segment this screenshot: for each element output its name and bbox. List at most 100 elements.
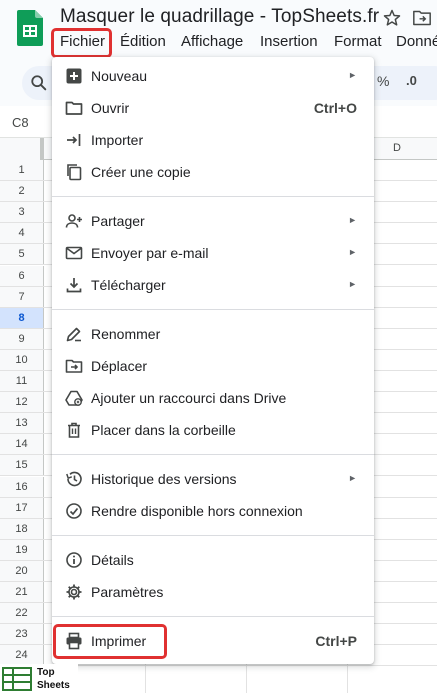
menu-separator xyxy=(52,454,374,455)
trash-icon xyxy=(68,422,80,438)
menu-insertion[interactable]: Insertion xyxy=(260,33,318,50)
copy-icon xyxy=(67,164,82,181)
menu-item-partager[interactable]: Partager ► xyxy=(52,206,374,236)
menu-affichage[interactable]: Affichage xyxy=(181,33,243,50)
row-header[interactable]: 15 xyxy=(0,455,44,476)
rename-icon xyxy=(66,327,81,342)
menu-item-placer-dans-corbeille[interactable]: Placer dans la corbeille xyxy=(52,415,374,445)
menu-item-label: Télécharger xyxy=(91,277,166,293)
menu-item-parametres[interactable]: Paramètres xyxy=(52,577,374,607)
submenu-arrow-icon: ► xyxy=(348,70,357,80)
row-header[interactable]: 4 xyxy=(0,223,44,244)
menu-item-label: Créer une copie xyxy=(91,164,191,180)
menu-item-label: Historique des versions xyxy=(91,471,237,487)
menu-item-deplacer[interactable]: Déplacer xyxy=(52,351,374,381)
row-header[interactable]: 23 xyxy=(0,624,44,645)
column-header-d[interactable]: D xyxy=(393,142,401,154)
menu-separator xyxy=(52,535,374,536)
row-header[interactable]: 20 xyxy=(0,560,44,581)
row-header[interactable]: 8 xyxy=(0,307,44,328)
info-icon xyxy=(66,552,82,568)
shortcut-label: Ctrl+O xyxy=(313,100,357,116)
person-add-icon xyxy=(65,214,82,228)
star-icon[interactable] xyxy=(382,8,402,28)
menu-item-label: Nouveau xyxy=(91,68,148,84)
menu-edition[interactable]: Édition xyxy=(120,33,166,50)
imprimer-highlight-annotation xyxy=(53,624,167,659)
format-percent-button[interactable]: % xyxy=(377,73,389,89)
row-header[interactable]: 18 xyxy=(0,518,44,539)
submenu-arrow-icon: ► xyxy=(348,215,357,225)
move-folder-icon xyxy=(65,359,83,373)
menu-item-envoyer-par-e-mail[interactable]: Envoyer par e-mail ► xyxy=(52,238,374,268)
menu-item-ouvrir[interactable]: Ouvrir Ctrl+O xyxy=(52,93,374,123)
menu-separator xyxy=(52,196,374,197)
mail-icon xyxy=(65,246,83,260)
decrease-decimal-button[interactable]: .0 xyxy=(406,73,417,88)
row-header[interactable]: 10 xyxy=(0,349,44,370)
drive-shortcut-icon xyxy=(65,390,83,406)
row-header[interactable]: 24 xyxy=(0,645,44,666)
move-to-folder-icon[interactable] xyxy=(412,9,432,27)
plus-square-icon xyxy=(66,68,82,84)
menu-item-label: Placer dans la corbeille xyxy=(91,422,236,438)
search-menus-icon[interactable] xyxy=(30,74,48,92)
menu-item-label: Envoyer par e-mail xyxy=(91,245,209,261)
menu-item-label: Renommer xyxy=(91,326,161,342)
submenu-arrow-icon: ► xyxy=(348,473,357,483)
row-header[interactable]: 7 xyxy=(0,286,44,307)
menu-item-label: Déplacer xyxy=(91,358,148,374)
row-header[interactable]: 17 xyxy=(0,497,44,518)
topsheets-watermark: Top Sheets xyxy=(0,664,78,693)
row-header[interactable]: 21 xyxy=(0,582,44,603)
row-header[interactable]: 22 xyxy=(0,603,44,624)
document-title[interactable]: Masquer le quadrillage - TopSheets.fr xyxy=(60,6,379,28)
file-menu: Nouveau ► Ouvrir Ctrl+O Importer Créer u… xyxy=(52,57,374,664)
menu-item-label: Ajouter un raccourci dans Drive xyxy=(91,390,287,406)
menu-item-label: Détails xyxy=(91,552,134,568)
row-header[interactable]: 2 xyxy=(0,181,44,202)
row-header[interactable]: 16 xyxy=(0,476,44,497)
submenu-arrow-icon: ► xyxy=(348,279,357,289)
menu-separator xyxy=(52,309,374,310)
row-header[interactable]: 11 xyxy=(0,371,44,392)
menu-item-renommer[interactable]: Renommer xyxy=(52,319,374,349)
gear-icon xyxy=(66,584,82,600)
menu-item-details[interactable]: Détails xyxy=(52,545,374,575)
menu-item-importer[interactable]: Importer xyxy=(52,125,374,155)
watermark-line2: Sheets xyxy=(37,680,70,691)
topsheets-logo-icon xyxy=(2,667,32,691)
import-icon xyxy=(67,134,81,146)
submenu-arrow-icon: ► xyxy=(348,247,357,257)
menu-item-creer-une-copie[interactable]: Créer une copie xyxy=(52,157,374,187)
row-header[interactable]: 12 xyxy=(0,392,44,413)
row-header[interactable]: 3 xyxy=(0,202,44,223)
menu-item-rendre-disponible-hors-connexion[interactable]: Rendre disponible hors connexion xyxy=(52,496,374,526)
select-all-corner[interactable] xyxy=(0,138,44,160)
menu-item-label: Partager xyxy=(91,213,145,229)
row-header[interactable]: 13 xyxy=(0,413,44,434)
row-header[interactable]: 9 xyxy=(0,328,44,349)
menu-item-label: Paramètres xyxy=(91,584,164,600)
history-icon xyxy=(66,471,82,487)
watermark-line1: Top xyxy=(37,667,55,678)
offline-check-icon xyxy=(66,503,82,519)
row-header[interactable]: 19 xyxy=(0,539,44,560)
menu-item-label: Ouvrir xyxy=(91,100,130,116)
menu-item-telecharger[interactable]: Télécharger ► xyxy=(52,270,374,300)
folder-icon xyxy=(65,101,83,115)
menu-format[interactable]: Format xyxy=(334,33,382,50)
row-header[interactable]: 6 xyxy=(0,265,44,286)
menu-donnees[interactable]: Donné xyxy=(396,33,437,50)
menu-item-label: Importer xyxy=(91,132,144,148)
shortcut-label: Ctrl+P xyxy=(315,633,357,649)
row-header[interactable]: 14 xyxy=(0,434,44,455)
menu-item-ajouter-raccourci-drive[interactable]: Ajouter un raccourci dans Drive xyxy=(52,383,374,413)
row-header[interactable]: 1 xyxy=(0,160,44,181)
menu-item-historique-versions[interactable]: Historique des versions ► xyxy=(52,464,374,494)
menu-item-nouveau[interactable]: Nouveau ► xyxy=(52,61,374,91)
row-header[interactable]: 5 xyxy=(0,244,44,265)
name-box[interactable]: C8 xyxy=(12,115,29,130)
download-icon xyxy=(66,278,82,293)
menu-separator xyxy=(52,616,374,617)
